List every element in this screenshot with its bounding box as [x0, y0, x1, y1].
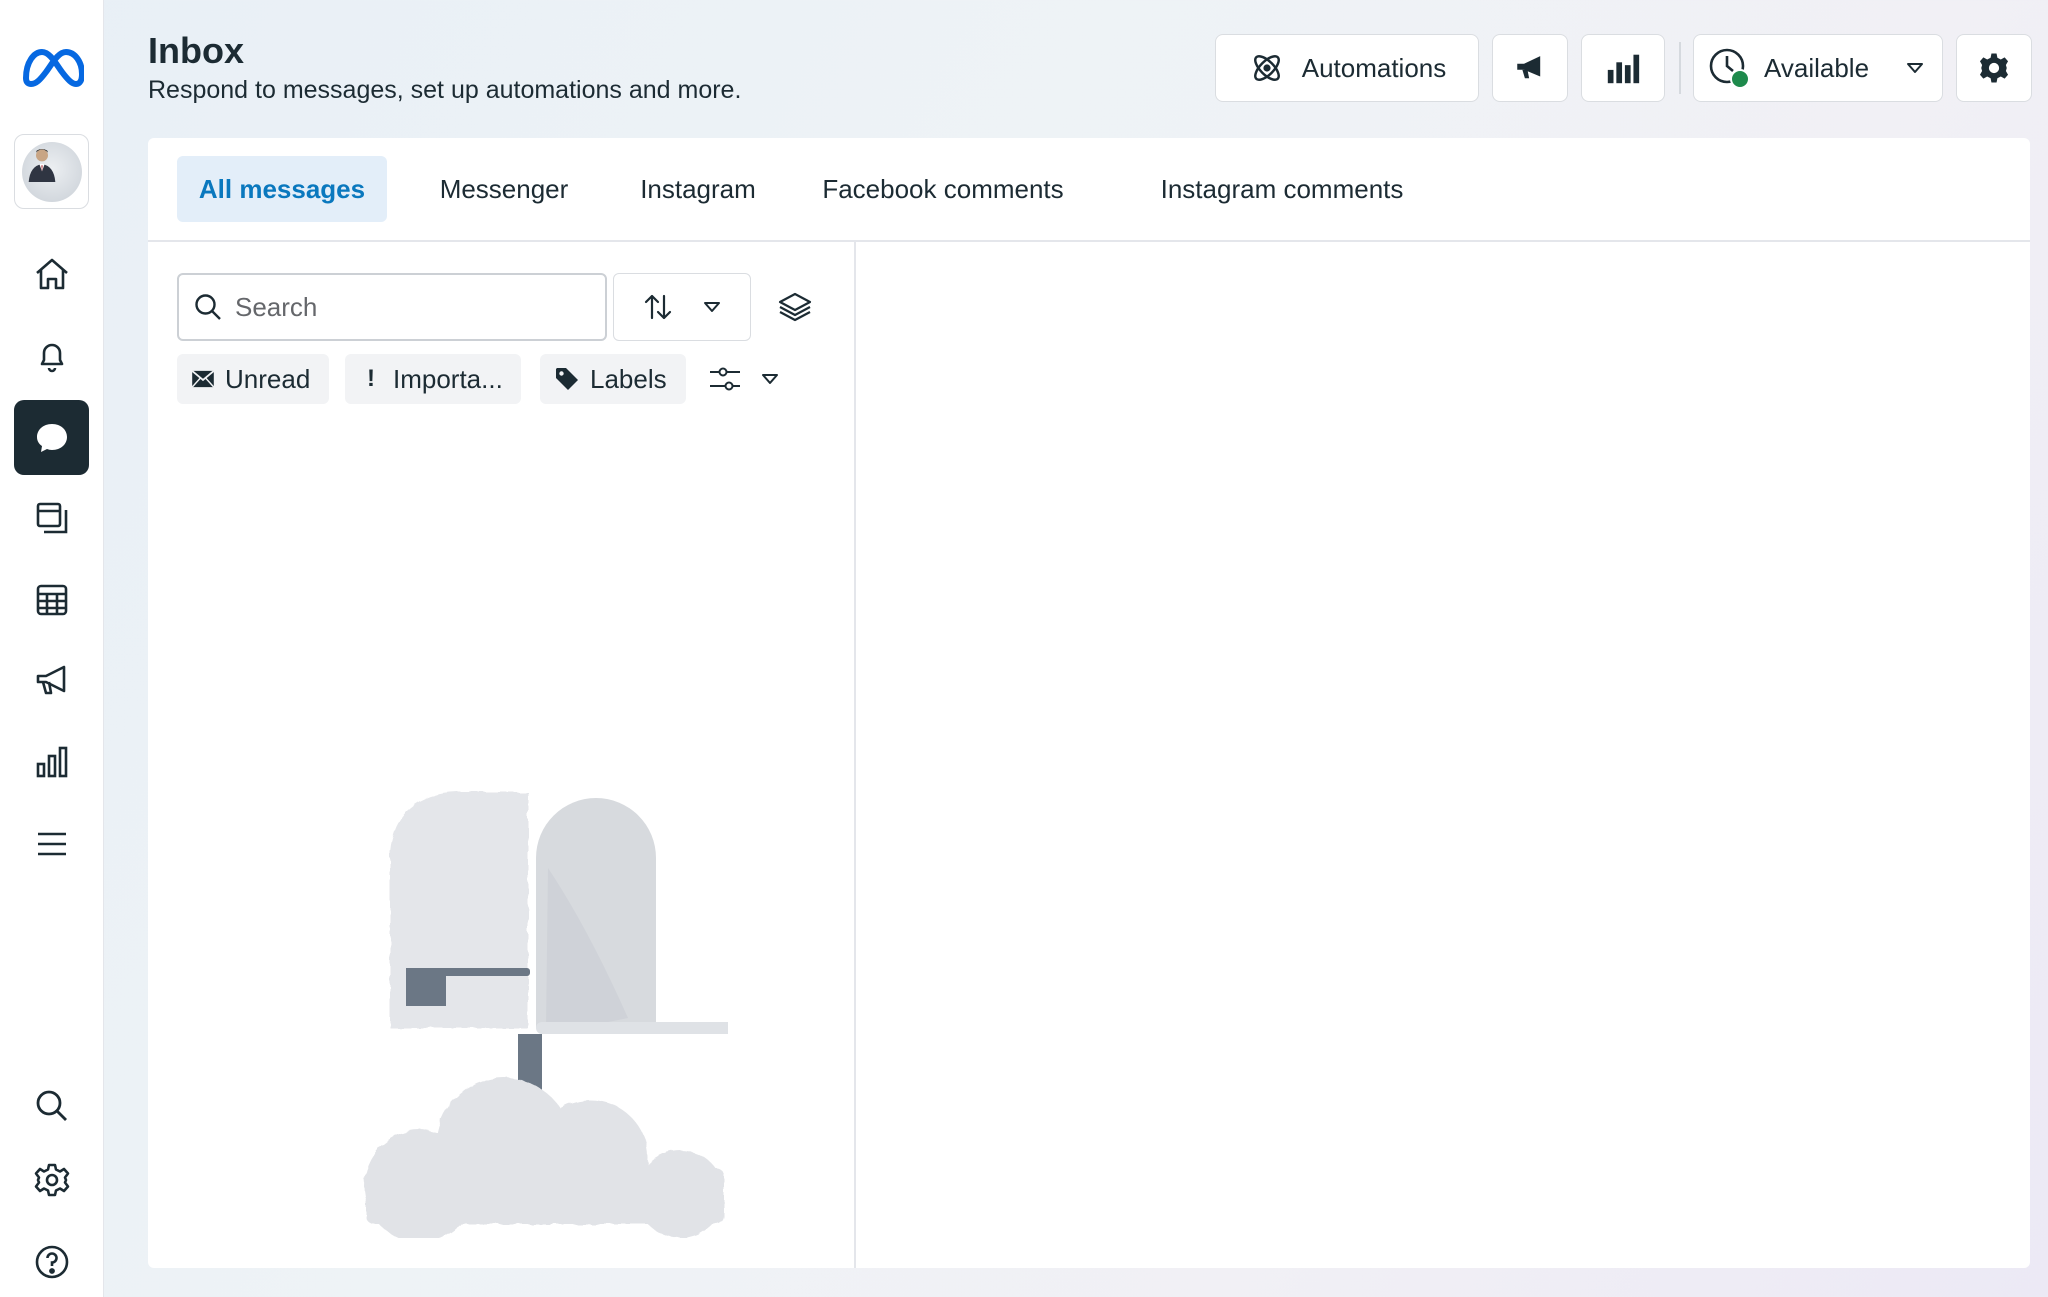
- search-input[interactable]: [235, 291, 595, 323]
- header-divider: [1679, 42, 1681, 94]
- chevron-down-icon: [1907, 63, 1924, 73]
- unread-label: Unread: [225, 363, 311, 394]
- envelope-icon: [191, 370, 215, 388]
- help-icon[interactable]: [14, 1224, 89, 1297]
- announcements-button[interactable]: [1492, 34, 1568, 102]
- search-icon[interactable]: [14, 1068, 89, 1143]
- tab-all-messages[interactable]: All messages: [177, 156, 387, 222]
- search-icon: [195, 294, 221, 320]
- bar-chart-icon: [1607, 54, 1640, 84]
- online-status-dot: [1730, 69, 1750, 89]
- megaphone-icon[interactable]: [14, 642, 89, 717]
- exclamation-icon: !: [367, 365, 375, 392]
- megaphone-icon: [1517, 56, 1541, 79]
- important-label: Importa...: [393, 363, 503, 394]
- important-filter-chip[interactable]: ! Importa...: [345, 354, 521, 404]
- availability-label: Available: [1764, 52, 1870, 83]
- automations-label: Automations: [1301, 52, 1447, 83]
- page-subtitle: Respond to messages, set up automations …: [148, 76, 742, 104]
- home-icon[interactable]: [14, 236, 89, 311]
- bell-icon[interactable]: [14, 318, 89, 393]
- tab-instagram-comments[interactable]: Instagram comments: [1136, 156, 1428, 222]
- layers-button[interactable]: [772, 284, 818, 330]
- insights-button[interactable]: [1581, 34, 1665, 102]
- gear-icon[interactable]: [14, 1142, 89, 1217]
- layers-icon: [778, 292, 812, 322]
- labels-filter-chip[interactable]: Labels: [540, 354, 686, 404]
- gear-icon: [1979, 53, 2009, 83]
- settings-button[interactable]: [1956, 34, 2032, 102]
- search-box[interactable]: [177, 273, 607, 341]
- account-avatar-button[interactable]: [14, 134, 89, 209]
- tab-instagram[interactable]: Instagram: [618, 156, 778, 222]
- chat-icon[interactable]: [14, 400, 89, 475]
- inbox-tabs: All messages Messenger Instagram Faceboo…: [148, 138, 2030, 242]
- left-navigation-rail: [0, 0, 104, 1297]
- empty-mailbox-illustration: [364, 792, 728, 1238]
- automations-icon: [1253, 55, 1280, 81]
- avatar: [21, 141, 82, 202]
- page-title: Inbox: [148, 30, 244, 71]
- chevron-down-icon: [762, 374, 778, 384]
- chevron-down-icon: [704, 302, 720, 312]
- sort-arrows-icon: [644, 294, 672, 320]
- tab-facebook-comments[interactable]: Facebook comments: [804, 156, 1082, 222]
- inbox-card: All messages Messenger Instagram Faceboo…: [148, 138, 2030, 1268]
- menu-icon[interactable]: [14, 806, 89, 881]
- sliders-icon: [710, 367, 740, 391]
- pane-divider: [854, 242, 856, 1268]
- bar-chart-icon[interactable]: [14, 724, 89, 799]
- availability-dropdown[interactable]: Available: [1693, 34, 1943, 102]
- tab-messenger[interactable]: Messenger: [414, 156, 594, 222]
- labels-label: Labels: [590, 363, 667, 394]
- calendar-grid-icon[interactable]: [14, 562, 89, 637]
- more-filters-button[interactable]: [708, 354, 780, 404]
- tag-icon: [556, 368, 578, 390]
- automations-button[interactable]: Automations: [1215, 34, 1479, 102]
- content-icon[interactable]: [14, 480, 89, 555]
- clock-status-icon: [1708, 47, 1750, 89]
- sort-dropdown[interactable]: [613, 273, 751, 341]
- meta-logo-icon[interactable]: [14, 30, 89, 105]
- unread-filter-chip[interactable]: Unread: [177, 354, 329, 404]
